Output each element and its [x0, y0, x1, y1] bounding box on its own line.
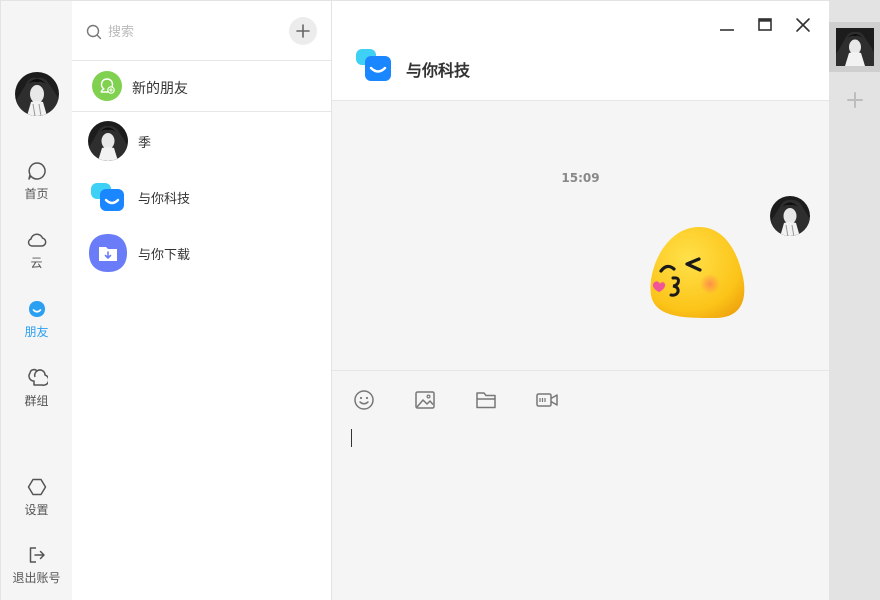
new-friends-item[interactable]: 新的朋友 — [72, 62, 331, 111]
anime-avatar — [88, 121, 128, 161]
chat-bubble-icon — [27, 162, 46, 180]
divider — [72, 111, 331, 112]
nav-item-friends[interactable]: 朋友 — [1, 299, 72, 355]
add-conversation-button[interactable] — [846, 91, 864, 109]
conversation-avatar[interactable] — [836, 28, 874, 66]
video-call-button[interactable] — [535, 388, 559, 412]
image-icon — [415, 391, 435, 409]
search-icon — [86, 24, 102, 40]
chat-app-window: 首页 云 朋友 群组 设置 退出账号 搜索 新的朋友 季 与你科技 与你下载 与… — [0, 0, 880, 600]
chat-logo-icon — [356, 49, 391, 81]
contact-name: 与你科技 — [138, 192, 191, 207]
nav-item-label: 首页 — [24, 187, 49, 201]
chat-header: 与你科技 — [332, 1, 829, 101]
download-folder-icon — [89, 234, 127, 272]
close-button[interactable] — [793, 15, 813, 35]
new-friend-icon — [92, 71, 122, 101]
plus-icon — [296, 24, 310, 38]
chat-title: 与你科技 — [406, 61, 471, 80]
add-contact-button[interactable] — [289, 17, 317, 45]
minimize-button[interactable] — [717, 15, 737, 35]
nav-item-label: 群组 — [24, 394, 49, 408]
message-input[interactable] — [350, 426, 810, 576]
left-nav: 首页 云 朋友 群组 设置 退出账号 — [1, 1, 72, 600]
nav-item-label: 云 — [30, 256, 43, 270]
search-box — [84, 19, 284, 45]
contact-item[interactable]: 与你科技 — [72, 169, 331, 225]
nav-item-groups[interactable]: 群组 — [1, 368, 72, 424]
image-button[interactable] — [413, 388, 437, 412]
file-button[interactable] — [474, 388, 498, 412]
nav-item-settings[interactable]: 设置 — [1, 477, 72, 533]
sender-avatar[interactable] — [769, 195, 811, 237]
kiss-emoji-icon[interactable] — [649, 225, 749, 320]
contact-item[interactable]: 季 — [72, 113, 331, 169]
cloud-icon — [27, 233, 46, 247]
chat-logo-icon — [91, 183, 124, 211]
hexagon-icon — [27, 478, 46, 496]
group-icon — [27, 368, 48, 386]
close-icon — [796, 18, 810, 32]
nav-item-cloud[interactable]: 云 — [1, 230, 72, 286]
contact-name: 与你下载 — [138, 248, 191, 263]
folder-icon — [476, 392, 496, 409]
nav-item-label: 退出账号 — [12, 571, 61, 585]
user-avatar[interactable] — [15, 72, 59, 116]
maximize-button[interactable] — [755, 15, 775, 35]
conversation-strip — [829, 1, 880, 600]
logout-icon — [29, 547, 45, 563]
nav-item-label: 设置 — [24, 503, 49, 517]
chat-pane: 与你科技 15:09 — [332, 1, 829, 600]
video-icon — [536, 393, 558, 407]
message-input-area — [332, 370, 829, 600]
logout-button[interactable]: 退出账号 — [1, 545, 72, 600]
contact-list-panel: 新的朋友 季 与你科技 — [72, 1, 332, 600]
emoji-button[interactable] — [352, 388, 376, 412]
new-friends-label: 新的朋友 — [132, 81, 188, 97]
message-timestamp: 15:09 — [561, 171, 600, 185]
contact-item[interactable]: 与你下载 — [72, 225, 331, 281]
nav-item-label: 朋友 — [24, 325, 49, 339]
maximize-icon — [758, 18, 772, 31]
smile-icon — [354, 390, 374, 410]
search-input[interactable] — [108, 21, 278, 43]
plus-icon — [847, 92, 863, 108]
message-area: 15:09 — [332, 101, 829, 370]
contact-name: 季 — [138, 136, 152, 151]
minimize-icon — [720, 29, 734, 31]
divider — [72, 60, 331, 61]
nav-item-home[interactable]: 首页 — [1, 161, 72, 217]
friend-icon — [28, 301, 45, 317]
